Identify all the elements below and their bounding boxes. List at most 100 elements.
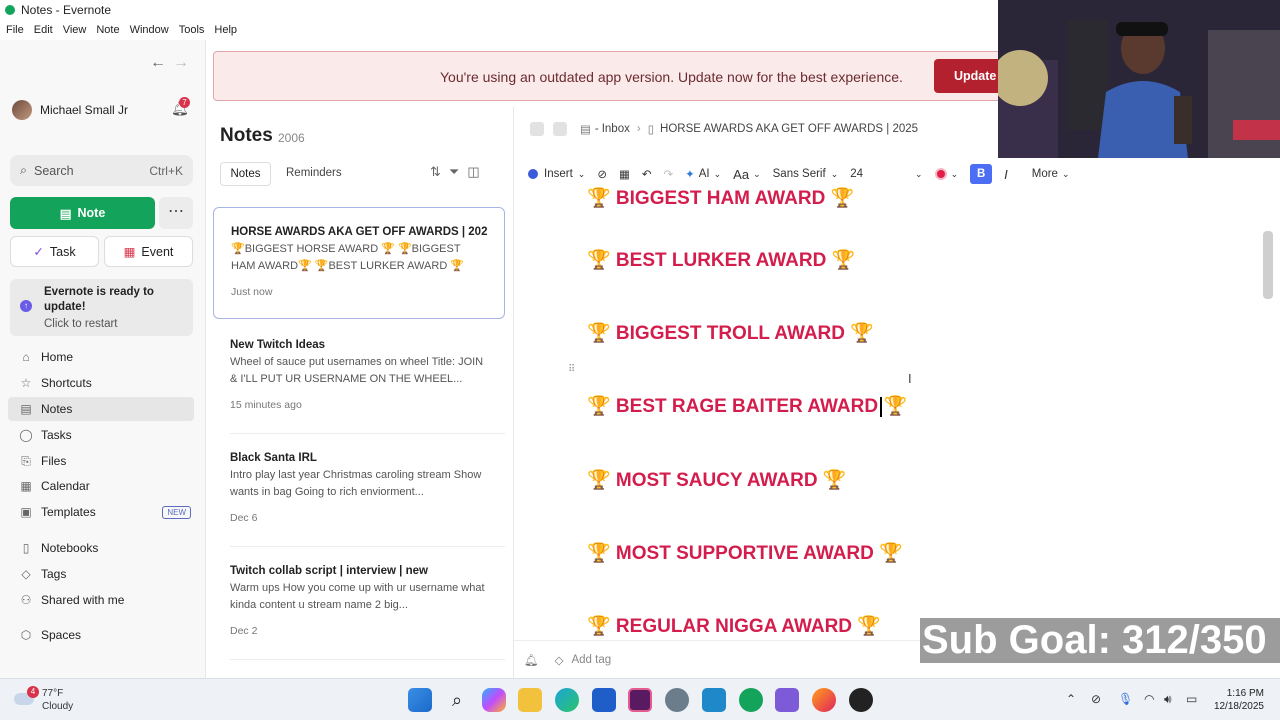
reminder-icon[interactable]: 🔔︎ <box>524 653 539 667</box>
settings-icon[interactable] <box>665 688 689 712</box>
chevron-down-icon: ⌄ <box>915 168 923 179</box>
award-line[interactable]: 🏆 BEST LURKER AWARD 🏆 <box>587 248 855 272</box>
update-card[interactable]: ↑ Evernote is ready to update! Click to … <box>10 279 193 336</box>
calendar-icon[interactable]: ▦ <box>619 167 630 181</box>
chevron-up-icon[interactable]: ⌃ <box>1066 692 1076 706</box>
sidebar-item-templates[interactable]: ▣ Templates NEW <box>8 500 194 524</box>
obs-icon[interactable] <box>849 688 873 712</box>
note-card[interactable]: HORSE AWARDS AKA GET OFF AWARDS | 2025 🏆… <box>213 207 505 319</box>
account-menu[interactable]: Michael Small Jr <box>12 100 128 120</box>
more-button[interactable]: ⋯ <box>159 197 193 229</box>
event-label: Event <box>141 244 174 259</box>
sidebar-item-home[interactable]: ⌂ Home <box>8 345 194 369</box>
menu-window[interactable]: Window <box>130 24 169 36</box>
menu-tools[interactable]: Tools <box>179 24 205 36</box>
note-snippet: Intro play last year Christmas caroling … <box>230 469 482 498</box>
font-size-select[interactable]: 24 <box>850 168 863 180</box>
calendar-icon: ▦ <box>20 479 32 493</box>
sub-goal-overlay: Sub Goal: 312/350 <box>920 618 1280 663</box>
back-arrow-icon[interactable]: ← <box>150 54 166 72</box>
tab-reminders[interactable]: Reminders <box>286 167 342 179</box>
award-line[interactable]: 🏆 MOST SAUCY AWARD 🏆 <box>587 468 847 492</box>
ai-button[interactable]: AI <box>699 168 710 180</box>
more-format-button[interactable]: More <box>1032 168 1058 180</box>
search-icon[interactable]: ⌕ <box>445 688 469 712</box>
bold-button[interactable]: B <box>970 164 993 184</box>
checklist-icon[interactable]: ⊘ <box>597 167 607 181</box>
sidebar-item-files[interactable]: ⎘ Files <box>8 449 194 473</box>
sidebar-item-spaces[interactable]: ⬡ Spaces <box>8 623 194 647</box>
new-note-button[interactable]: ▤ Note <box>10 197 155 229</box>
layout-icon[interactable]: ◫ <box>467 164 487 179</box>
redo-icon[interactable]: ↷ <box>663 167 673 181</box>
add-tag-input[interactable]: Add tag <box>571 654 611 666</box>
time: 1:16 PM <box>1226 688 1264 699</box>
font-family-select[interactable]: Sans Serif <box>773 168 826 180</box>
sidebar-item-label: Tags <box>41 567 67 581</box>
weather-temp: 77°F <box>42 688 64 699</box>
sort-icon[interactable]: ⇅ <box>430 164 449 179</box>
sidebar-item-tags[interactable]: ◇ Tags <box>8 562 194 586</box>
award-line[interactable]: 🏆 BIGGEST TROLL AWARD 🏆 <box>587 321 874 345</box>
menu-file[interactable]: File <box>6 24 24 36</box>
chevron-down-icon: ⌄ <box>753 168 761 179</box>
home-icon: ⌂ <box>22 350 30 364</box>
start-icon[interactable] <box>408 688 432 712</box>
sidebar-item-calendar[interactable]: ▦ Calendar <box>8 474 194 498</box>
drag-handle-icon[interactable]: ⠿ <box>568 364 575 375</box>
sidebar-item-shortcuts[interactable]: ☆ Shortcuts <box>8 371 194 395</box>
firefox-icon[interactable] <box>812 688 836 712</box>
menu-note[interactable]: Note <box>96 24 119 36</box>
sidebar-item-notes[interactable]: ▤ Notes <box>8 397 194 421</box>
evernote-icon[interactable] <box>739 688 763 712</box>
breadcrumb: ▤ - Inbox › ▯ HORSE AWARDS AKA GET OFF A… <box>530 122 918 136</box>
note-card[interactable]: Black Santa IRL Intro play last year Chr… <box>213 434 505 524</box>
award-line[interactable]: 🏆 MOST SUPPORTIVE AWARD 🏆 <box>587 541 903 565</box>
network-off-icon[interactable]: ⊘ <box>1091 692 1101 706</box>
copilot-icon[interactable] <box>482 688 506 712</box>
editor-scrollbar[interactable] <box>1263 231 1273 299</box>
menu-view[interactable]: View <box>63 24 87 36</box>
note-card[interactable]: Twitch collab script | interview | new W… <box>213 547 505 637</box>
collapse-icon[interactable] <box>530 122 544 136</box>
sidebar-item-tasks[interactable]: ◯ Tasks <box>8 423 194 447</box>
battery-icon[interactable]: ▭ <box>1186 692 1197 706</box>
remote-desktop-icon[interactable] <box>702 688 726 712</box>
italic-button[interactable]: I <box>1004 167 1008 182</box>
edge-icon[interactable] <box>555 688 579 712</box>
forward-arrow-icon[interactable]: → <box>173 54 189 72</box>
sidebar-item-label: Templates <box>41 505 96 519</box>
discord-icon[interactable] <box>775 688 799 712</box>
sidebar-item-shared[interactable]: ⚇ Shared with me <box>8 588 194 612</box>
menu-bar: File Edit View Note Window Tools Help <box>0 20 1000 40</box>
text-style-button[interactable]: Aa <box>733 167 749 182</box>
breadcrumb-notebook[interactable]: Inbox <box>602 123 630 135</box>
microphone-icon[interactable]: 🎙︎ <box>1118 692 1133 706</box>
new-task-button[interactable]: ✓ Task <box>10 236 99 267</box>
menu-help[interactable]: Help <box>214 24 237 36</box>
insert-button[interactable]: Insert <box>544 168 573 180</box>
files-icon: ⎘ <box>21 453 31 468</box>
wifi-icon[interactable]: ◠ <box>1144 692 1154 706</box>
sidebar-item-notebooks[interactable]: ▯ Notebooks <box>8 536 194 560</box>
filter-icon[interactable]: ⏷ <box>449 164 467 179</box>
store-icon[interactable] <box>592 688 616 712</box>
menu-edit[interactable]: Edit <box>34 24 53 36</box>
new-event-button[interactable]: ▦ Event <box>104 236 193 267</box>
search-input[interactable]: ⌕ Search Ctrl+K <box>10 155 193 186</box>
new-note-label: Note <box>77 206 106 220</box>
templates-icon: ▣ <box>20 505 32 519</box>
sidebar-item-label: Files <box>41 454 67 468</box>
award-line[interactable]: 🏆 BIGGEST HAM AWARD 🏆 <box>587 186 854 210</box>
note-card[interactable]: New Twitch Ideas Wheel of sauce put user… <box>213 321 505 411</box>
undo-icon[interactable]: ↶ <box>642 167 652 181</box>
text-color-icon[interactable] <box>934 168 947 180</box>
clock[interactable]: 1:16 PM 12/18/2025 <box>1208 687 1264 713</box>
award-line[interactable]: 🏆 REGULAR NIGGA AWARD 🏆 <box>587 614 881 638</box>
app-icon[interactable] <box>628 688 652 712</box>
award-line-active[interactable]: 🏆 BEST RAGE BAITER AWARD 🏆 <box>587 394 907 418</box>
expand-icon[interactable] <box>553 122 567 136</box>
volume-icon[interactable]: 🔊︎ <box>1164 692 1172 707</box>
file-explorer-icon[interactable] <box>518 688 542 712</box>
tab-notes[interactable]: Notes <box>220 162 271 186</box>
